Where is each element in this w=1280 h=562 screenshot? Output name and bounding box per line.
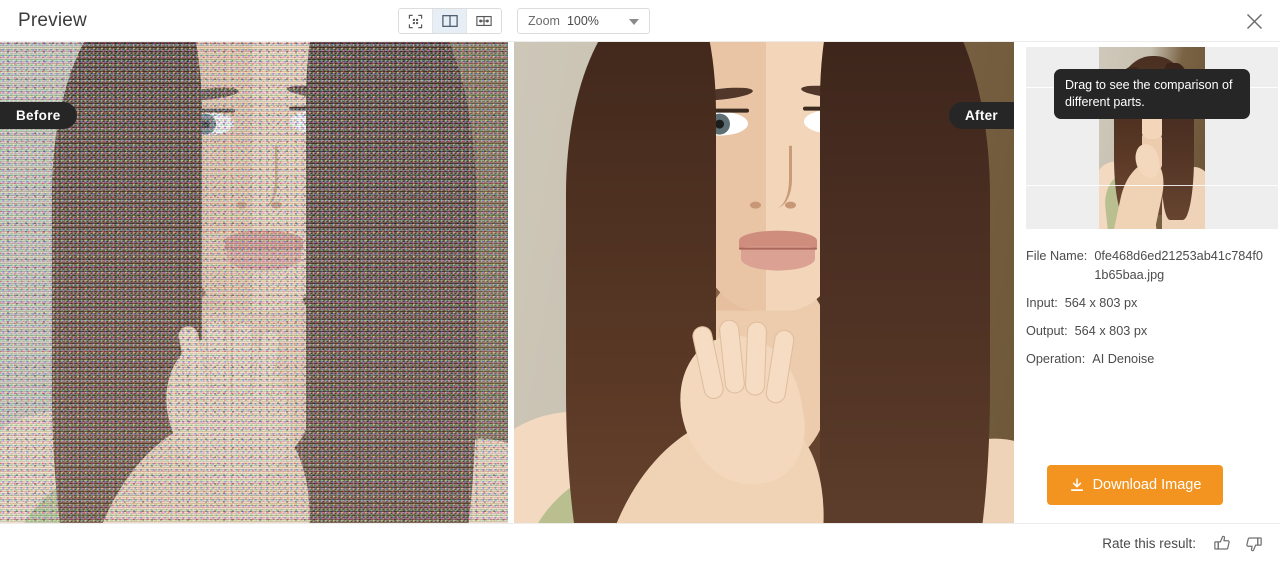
zoom-select[interactable]: Zoom 100% [517,8,650,34]
after-image [514,42,1014,523]
zoom-label: Zoom [528,14,560,28]
thumbs-up-icon [1214,535,1230,550]
comparison-area[interactable]: Before After [0,42,1014,523]
info-key: File Name: [1026,249,1088,263]
info-key: Operation: [1026,352,1086,366]
view-mode-group [398,8,502,34]
download-image-button[interactable]: Download Image [1047,465,1223,505]
chevron-down-icon [629,19,639,25]
before-pane[interactable]: Before [0,42,508,523]
dialog-header: Preview Zoom 100% [0,0,1280,42]
thumbs-down-button[interactable] [1243,533,1264,554]
page-title: Preview [18,9,87,31]
close-button[interactable] [1240,7,1268,35]
thumbs-down-icon [1246,536,1262,551]
after-pane[interactable]: After [514,42,1014,523]
after-badge: After [948,102,1014,129]
info-row-input: Input: 564 x 803 px [1026,294,1266,313]
file-info-list: File Name: 0fe468d6ed21253ab41c784f01b65… [1026,247,1266,369]
dialog-body: Before After Drag to see the comparison … [0,42,1280,523]
close-icon [1246,13,1262,29]
drag-tooltip: Drag to see the comparison of different … [1054,69,1250,119]
view-mode-side-by-side[interactable] [433,9,467,33]
thumbnail-navigator[interactable]: Drag to see the comparison of different … [1026,47,1278,229]
zoom-value: 100% [566,14,599,28]
thumbs-up-button[interactable] [1212,533,1233,554]
info-value: 564 x 803 px [1064,296,1138,310]
download-button-label: Download Image [1092,477,1202,493]
view-mode-fullscreen[interactable] [399,9,433,33]
info-row-file-name: File Name: 0fe468d6ed21253ab41c784f01b65… [1026,247,1266,285]
info-value: 0fe468d6ed21253ab41c784f01b65baa.jpg [1094,249,1263,282]
info-row-output: Output: 564 x 803 px [1026,322,1266,341]
preview-dialog: Preview Zoom 100% Before After Drag to s… [0,0,1280,562]
info-key: Input: [1026,296,1058,310]
fullscreen-icon [408,14,423,28]
info-value: AI Denoise [1092,352,1155,366]
view-mode-slider[interactable] [467,9,501,33]
info-row-operation: Operation: AI Denoise [1026,350,1266,369]
dialog-footer: Rate this result: [0,523,1280,562]
info-sidebar: Drag to see the comparison of different … [1014,42,1280,523]
rate-label: Rate this result: [1102,535,1196,551]
split-view-icon [441,15,458,27]
info-value: 564 x 803 px [1074,324,1148,338]
download-icon [1070,478,1083,491]
slider-compare-icon [476,15,492,27]
before-badge: Before [0,102,77,129]
info-key: Output: [1026,324,1068,338]
